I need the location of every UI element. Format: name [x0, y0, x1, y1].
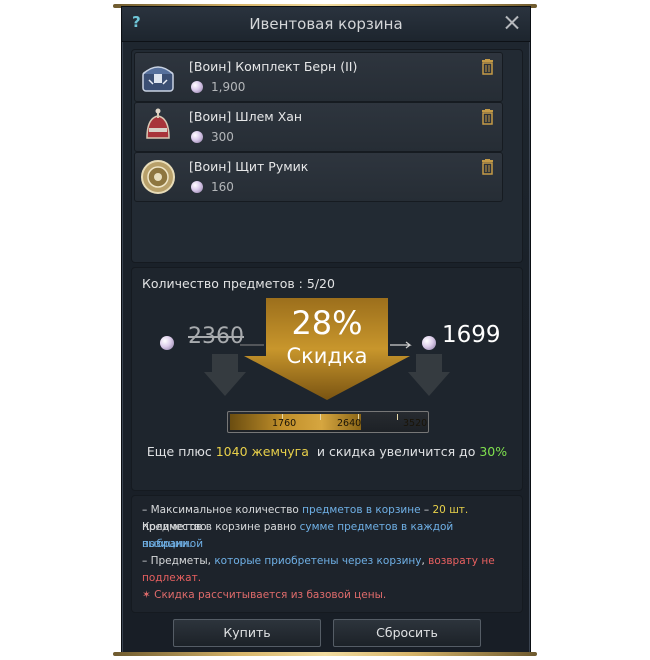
info-text: – Максимальное количество	[142, 504, 303, 516]
info-line: – Предметы, которые приобретены через ко…	[142, 553, 514, 570]
pearl-icon	[191, 81, 203, 93]
hint-text: Еще плюс	[146, 444, 216, 459]
info-highlight: 20 шт.	[432, 504, 469, 516]
window-frame-bottom	[113, 652, 537, 656]
event-cart-window: ? Ивентовая корзина [Воин] Комплект Берн…	[121, 6, 531, 656]
trash-icon[interactable]	[481, 59, 494, 75]
item-name: [Воин] Щит Румик	[189, 159, 309, 174]
info-warning: подлежат.	[142, 572, 202, 584]
close-icon[interactable]	[502, 13, 522, 33]
window-title: Ивентовая корзина	[249, 15, 403, 33]
cart-item-list[interactable]: [Воин] Комплект Берн (II) 1,900 [Воин] Ш…	[131, 49, 523, 263]
buy-button[interactable]: Купить	[173, 619, 321, 647]
hint-amount: 1040 жемчуга	[215, 444, 309, 459]
info-line: ✶ Скидка рассчитывается из базовой цены.	[142, 587, 514, 604]
reset-button[interactable]: Сбросить	[333, 619, 481, 647]
shield-icon	[139, 158, 177, 196]
hint-text: и скидка увеличится до	[308, 444, 480, 459]
old-price: 2360	[188, 324, 244, 349]
tick-mark	[397, 414, 398, 420]
item-price: 300	[211, 130, 234, 144]
cart-item[interactable]: [Воин] Щит Румик 160	[134, 152, 503, 202]
pearl-icon	[160, 336, 174, 350]
info-line: подлежат.	[142, 570, 514, 587]
item-price: 1,900	[211, 80, 246, 94]
info-warning: возврату не	[428, 555, 495, 567]
cart-item[interactable]: [Воин] Шлем Хан 300	[134, 102, 503, 152]
discount-panel: Количество предметов : 5/20 2360 28% Ски…	[131, 267, 523, 491]
info-text: – Предметы,	[142, 555, 215, 567]
item-name: [Воин] Комплект Берн (II)	[189, 59, 358, 74]
pearl-icon	[191, 181, 203, 193]
item-price: 160	[211, 180, 234, 194]
pearl-icon	[191, 131, 203, 143]
tick-label: 3520	[403, 418, 428, 429]
discount-label: Скидка	[286, 344, 368, 368]
trash-icon[interactable]	[481, 159, 494, 175]
tick-label: 2640	[337, 418, 362, 429]
helmet-icon	[139, 108, 177, 146]
discount-percent: 28%	[291, 304, 363, 342]
new-price: 1699	[442, 322, 501, 348]
info-panel: – Максимальное количество предметов в ко…	[131, 495, 523, 613]
title-bar[interactable]: ? Ивентовая корзина	[122, 7, 530, 42]
item-name: [Воин] Шлем Хан	[189, 109, 303, 124]
info-highlight: предметов в корзине	[302, 504, 421, 516]
info-warning: ✶ Скидка рассчитывается из базовой цены.	[142, 589, 387, 601]
cart-item[interactable]: [Воин] Комплект Берн (II) 1,900	[134, 52, 503, 102]
info-highlight: позиции.	[142, 538, 192, 550]
info-text: предметов в корзине равно	[142, 521, 300, 533]
info-text: –	[420, 504, 433, 516]
tick-mark	[320, 414, 321, 420]
info-highlight: которые приобретены через корзину	[214, 555, 422, 567]
hint-next-percent: 30%	[479, 444, 508, 459]
pearl-icon	[422, 336, 436, 350]
discount-hint: Еще плюс 1040 жемчуга и скидка увеличитс…	[132, 444, 522, 459]
tick-label: 1760	[272, 418, 297, 429]
chest-icon	[139, 58, 177, 96]
trash-icon[interactable]	[481, 109, 494, 125]
discount-progress-bar: 1760 2640 3520	[227, 411, 429, 433]
info-line: позиции.	[142, 536, 514, 553]
